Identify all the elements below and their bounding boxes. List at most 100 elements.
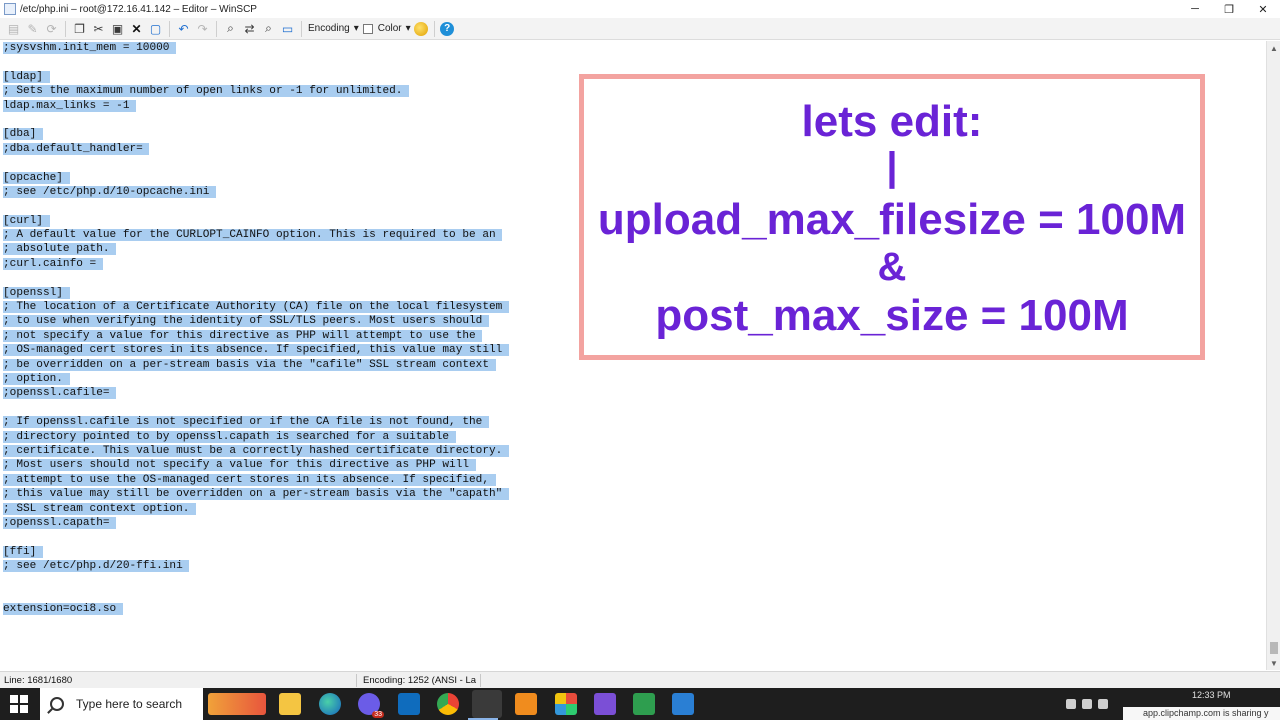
screen-sharing-notice[interactable]: app.clipchamp.com is sharing y xyxy=(1123,707,1280,720)
editor-line[interactable]: [ffi] xyxy=(3,545,1266,559)
reload-icon[interactable]: ⟳ xyxy=(44,21,60,37)
editor-line[interactable] xyxy=(3,530,1266,544)
selected-text: ;dba.default_handler= xyxy=(3,142,150,155)
vertical-scrollbar[interactable]: ▲ ▼ xyxy=(1266,41,1280,670)
network-icon[interactable] xyxy=(1066,699,1076,709)
clock[interactable]: 12:33 PM xyxy=(1192,690,1231,700)
encoding-menu[interactable]: Encoding xyxy=(308,23,350,34)
notepad-icon[interactable] xyxy=(633,693,655,715)
volume-icon[interactable] xyxy=(1098,699,1108,709)
color-checkbox[interactable] xyxy=(362,23,373,34)
selected-text: ldap.max_links = -1 xyxy=(3,99,137,112)
title-bar: /etc/php.ini – root@172.16.41.142 – Edit… xyxy=(0,0,1280,18)
undo-icon[interactable]: ↶ xyxy=(176,21,192,37)
find-next-icon[interactable]: ⌕ xyxy=(261,21,277,37)
editor-line[interactable]: ; see /etc/php.d/20-ffi.ini xyxy=(3,559,1266,573)
chevron-down-icon[interactable]: ▾ xyxy=(406,23,411,34)
outlook-icon[interactable] xyxy=(398,693,420,715)
selected-text: ; attempt to use the OS-managed cert sto… xyxy=(3,473,496,486)
toolbar-separator xyxy=(65,20,66,37)
minimize-button[interactable]: ─ xyxy=(1178,0,1212,18)
search-placeholder: Type here to search xyxy=(76,697,183,711)
selected-text: ; The location of a Certificate Authorit… xyxy=(3,301,509,314)
windows-start-icon[interactable] xyxy=(10,695,28,713)
selected-text: ; absolute path. xyxy=(3,243,117,256)
editor-toolbar: ▤ ✎ ⟳ ❐ ✂ ▣ ✕ ▢ ↶ ↷ ⌕ ⇄ ⌕ ▭ Encoding ▾ C… xyxy=(0,18,1280,40)
editor-line[interactable]: ; Most users should not specify a value … xyxy=(3,458,1266,472)
status-bar: Line: 1681/1680 Encoding: 1252 (ANSI - L… xyxy=(0,671,1280,688)
editor-line[interactable]: ; directory pointed to by openssl.capath… xyxy=(3,430,1266,444)
editor-line[interactable] xyxy=(3,631,1266,645)
go-to-line-icon[interactable]: ▭ xyxy=(280,21,296,37)
editor-line[interactable]: ; certificate. This value must be a corr… xyxy=(3,444,1266,458)
editor-line[interactable]: ;openssl.capath= xyxy=(3,516,1266,530)
find-icon[interactable]: ⌕ xyxy=(223,21,239,37)
window-title: /etc/php.ini – root@172.16.41.142 – Edit… xyxy=(20,3,257,15)
copy-icon[interactable]: ❐ xyxy=(72,21,88,37)
editor-line[interactable] xyxy=(3,55,1266,69)
editor-line[interactable]: extension=oci8.so xyxy=(3,602,1266,616)
editor-line[interactable]: ; option. xyxy=(3,372,1266,386)
selected-text: [curl] xyxy=(3,214,50,227)
editor-line[interactable]: ; SSL stream context option. xyxy=(3,502,1266,516)
selected-text: ; SSL stream context option. xyxy=(3,502,197,515)
app-grid-icon[interactable] xyxy=(555,693,577,715)
selected-text: ; certificate. This value must be a corr… xyxy=(3,444,509,457)
scrollbar-thumb[interactable] xyxy=(1270,642,1278,654)
save-icon[interactable]: ▤ xyxy=(6,21,22,37)
taskbar-search-box[interactable]: Type here to search xyxy=(40,688,203,720)
editor-line[interactable] xyxy=(3,617,1266,631)
delete-icon[interactable]: ✕ xyxy=(129,21,145,37)
clipchamp-icon[interactable] xyxy=(594,693,616,715)
scroll-down-icon[interactable]: ▼ xyxy=(1267,656,1280,670)
edit-document-icon[interactable]: ✎ xyxy=(25,21,41,37)
toolbar-separator xyxy=(216,20,217,37)
edge-icon[interactable] xyxy=(319,693,341,715)
editor-line[interactable] xyxy=(3,401,1266,415)
editor-line[interactable]: ; If openssl.cafile is not specified or … xyxy=(3,415,1266,429)
selected-text: ; Sets the maximum number of open links … xyxy=(3,85,410,98)
selected-text: ; this value may still be overridden on … xyxy=(3,488,509,501)
editor-line[interactable]: ;openssl.cafile= xyxy=(3,386,1266,400)
winscp-taskbar-icon[interactable] xyxy=(472,690,502,718)
sublime-icon[interactable] xyxy=(515,693,537,715)
status-divider xyxy=(356,674,357,687)
remote-desktop-icon[interactable] xyxy=(672,693,694,715)
replace-icon[interactable]: ⇄ xyxy=(242,21,258,37)
paste-icon[interactable]: ▣ xyxy=(110,21,126,37)
selected-text: ; OS-managed cert stores in its absence.… xyxy=(3,344,509,357)
annotation-line-4: & xyxy=(877,245,907,289)
chrome-icon[interactable] xyxy=(437,693,459,715)
select-all-icon[interactable]: ▢ xyxy=(148,21,164,37)
help-icon[interactable]: ? xyxy=(440,21,455,36)
selected-text: ; directory pointed to by openssl.capath… xyxy=(3,430,456,443)
redo-icon[interactable]: ↷ xyxy=(195,21,211,37)
restore-button[interactable]: ❐ xyxy=(1212,0,1246,18)
tray-icon[interactable] xyxy=(1082,699,1092,709)
annotation-line-5: post_max_size = 100M xyxy=(655,291,1129,340)
news-widget-icon[interactable] xyxy=(208,693,266,715)
chat-app-icon[interactable]: 33 xyxy=(358,693,384,718)
annotation-box: lets edit: | upload_max_filesize = 100M … xyxy=(579,74,1205,360)
cut-icon[interactable]: ✂ xyxy=(91,21,107,37)
selected-text: ; Most users should not specify a value … xyxy=(3,459,476,472)
editor-line[interactable] xyxy=(3,573,1266,587)
color-menu[interactable]: Color xyxy=(378,23,402,34)
editor-line[interactable]: ; attempt to use the OS-managed cert sto… xyxy=(3,473,1266,487)
close-button[interactable]: ✕ xyxy=(1246,0,1280,18)
color-picker-icon[interactable] xyxy=(414,21,429,36)
chevron-down-icon[interactable]: ▾ xyxy=(354,23,359,34)
editor-line[interactable]: ;sysvshm.init_mem = 10000 xyxy=(3,41,1266,55)
annotation-line-2: | xyxy=(886,145,898,189)
file-explorer-icon[interactable] xyxy=(279,693,301,715)
selected-text: [ldap] xyxy=(3,70,50,83)
editor-line[interactable]: ; this value may still be overridden on … xyxy=(3,487,1266,501)
selected-text: ;sysvshm.init_mem = 10000 xyxy=(3,42,177,54)
line-indicator: Line: 1681/1680 xyxy=(4,675,73,686)
selected-text: ;openssl.capath= xyxy=(3,516,117,529)
winscp-editor-window: /etc/php.ini – root@172.16.41.142 – Edit… xyxy=(0,0,1280,720)
document-icon xyxy=(4,3,16,15)
editor-line[interactable] xyxy=(3,588,1266,602)
scroll-up-icon[interactable]: ▲ xyxy=(1267,41,1280,55)
selected-text: ; be overridden on a per-stream basis vi… xyxy=(3,358,496,371)
